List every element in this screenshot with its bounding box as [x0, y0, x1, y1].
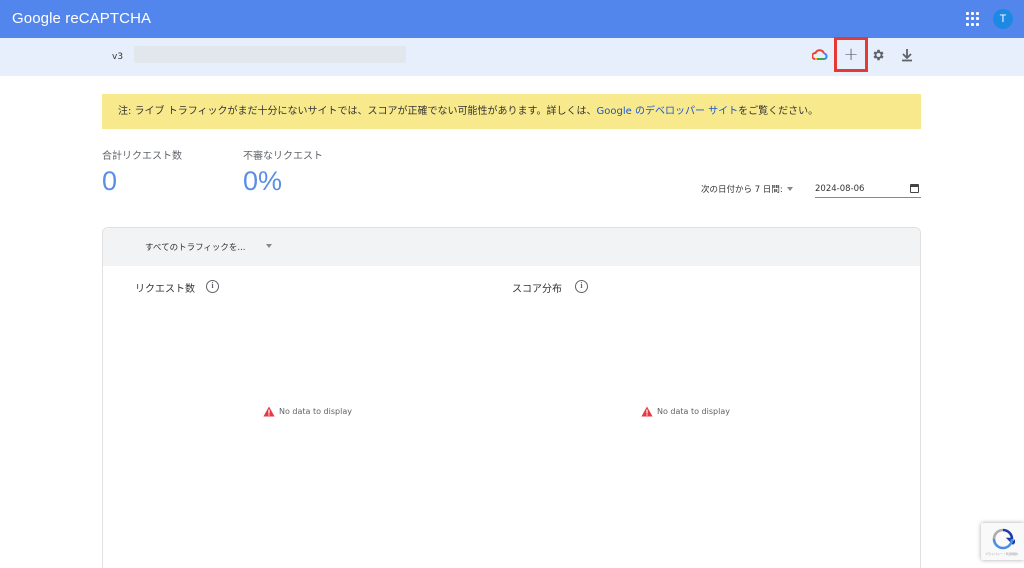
gear-icon[interactable]	[871, 48, 885, 62]
recaptcha-logo-icon	[992, 528, 1015, 550]
site-version-label: v3	[112, 52, 124, 62]
add-site-button[interactable]: +	[834, 37, 868, 72]
warning-icon	[263, 406, 275, 417]
panel-header: すべてのトラフィックを...	[103, 228, 920, 266]
start-date-field[interactable]: 2024-08-06	[815, 182, 921, 198]
info-icon[interactable]: i	[575, 280, 588, 293]
download-icon[interactable]	[900, 48, 914, 62]
developer-site-link[interactable]: Google のデベロッパー サイト	[597, 106, 739, 117]
total-requests-label: 合計リクエスト数	[102, 151, 182, 162]
chevron-down-icon[interactable]	[266, 244, 272, 248]
requests-no-data: No data to display	[263, 406, 352, 417]
date-range-select[interactable]: 次の日付から 7 日間:	[701, 183, 783, 195]
traffic-filter-select[interactable]: すべてのトラフィックを...	[145, 241, 246, 253]
top-bar: Google reCAPTCHA T	[0, 0, 1024, 38]
notice-suffix: をご覧ください。	[738, 106, 819, 117]
apps-grid-icon[interactable]	[966, 12, 980, 26]
avatar[interactable]: T	[993, 9, 1013, 29]
app-title[interactable]: Google reCAPTCHA	[12, 10, 151, 27]
total-requests-value: 0	[102, 166, 118, 196]
notice-banner: 注: ライブ トラフィックがまだ十分にないサイトでは、スコアが正確でない可能性が…	[102, 94, 921, 129]
no-data-text: No data to display	[279, 407, 352, 416]
warning-icon	[641, 406, 653, 417]
info-icon[interactable]: i	[206, 280, 219, 293]
recaptcha-badge[interactable]: プライバシー・利用規約	[981, 523, 1024, 560]
traffic-panel: すべてのトラフィックを... リクエスト数 i スコア分布 i No data …	[102, 227, 921, 568]
calendar-icon[interactable]	[910, 184, 919, 193]
requests-chart-title: リクエスト数	[135, 284, 195, 295]
chevron-down-icon[interactable]	[787, 187, 793, 191]
notice-text: 注: ライブ トラフィックがまだ十分にないサイトでは、スコアが正確でない可能性が…	[118, 106, 597, 117]
start-date-value: 2024-08-06	[815, 184, 865, 194]
score-no-data: No data to display	[641, 406, 730, 417]
suspicious-requests-value: 0%	[243, 166, 283, 196]
recaptcha-privacy-text[interactable]: プライバシー・利用規約	[985, 552, 1018, 556]
no-data-text: No data to display	[657, 407, 730, 416]
suspicious-requests-label: 不審なリクエスト	[243, 151, 323, 162]
score-chart-title: スコア分布	[512, 284, 562, 295]
google-cloud-icon[interactable]	[812, 48, 828, 62]
site-name-field[interactable]	[134, 46, 406, 63]
